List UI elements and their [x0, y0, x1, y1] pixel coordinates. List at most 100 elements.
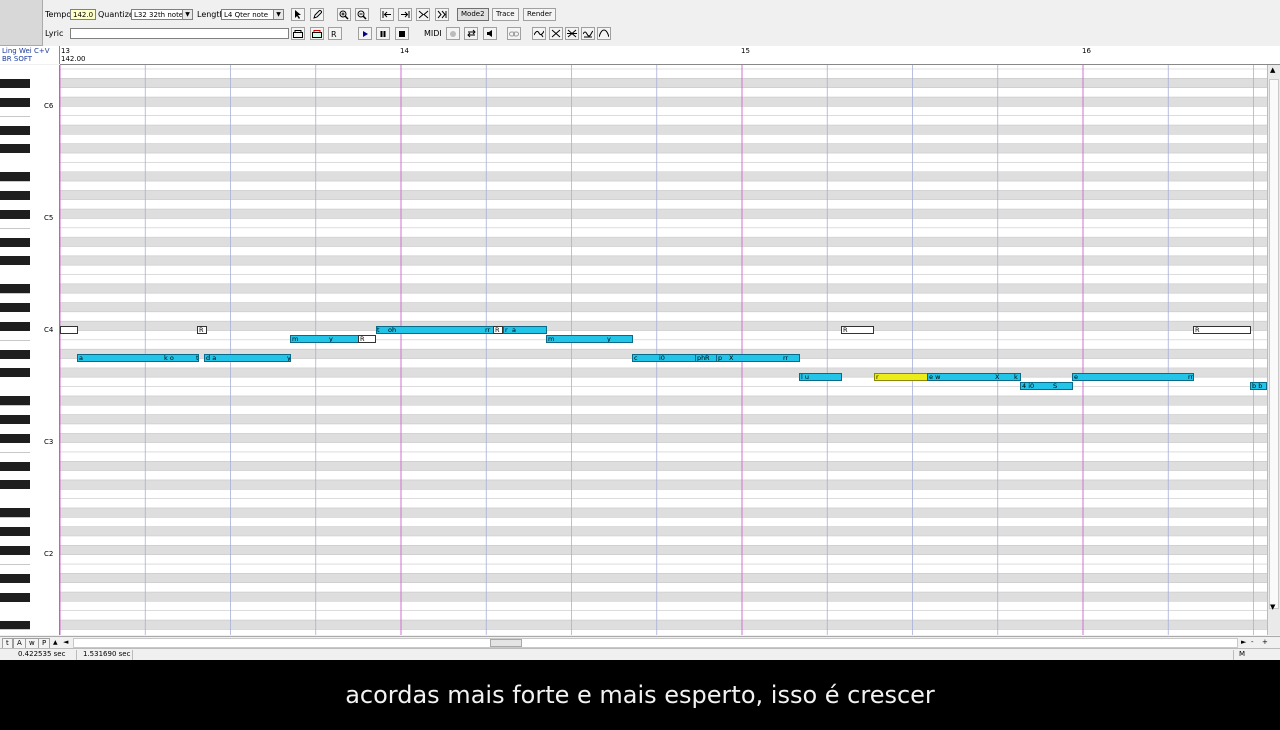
- black-key[interactable]: [0, 368, 30, 378]
- collapse-icon[interactable]: ▲: [53, 638, 58, 647]
- jump-start-icon[interactable]: [380, 8, 394, 21]
- scrollbar-thumb[interactable]: [1269, 79, 1279, 609]
- envelope-edit-icon[interactable]: [565, 27, 579, 40]
- quantize-select[interactable]: L32 32th note ▼: [131, 9, 193, 20]
- note[interactable]: r a: [503, 326, 547, 334]
- loop-icon[interactable]: [464, 27, 478, 40]
- note-rest[interactable]: R: [493, 326, 503, 334]
- note[interactable]: e rr: [1072, 373, 1194, 381]
- note[interactable]: e w X k: [927, 373, 1021, 381]
- white-key-divider: [0, 517, 30, 519]
- white-key-divider: [0, 564, 30, 566]
- arrow-cursor-icon[interactable]: [291, 8, 305, 21]
- lyric-input[interactable]: [70, 28, 289, 39]
- note[interactable]: m y: [290, 335, 359, 343]
- black-key[interactable]: [0, 461, 30, 471]
- black-key[interactable]: [0, 284, 30, 294]
- piano-keyboard[interactable]: C6 C5 C4 C3 C2: [0, 65, 60, 635]
- render-button[interactable]: Render: [523, 8, 556, 21]
- zoom-out-icon[interactable]: [355, 8, 369, 21]
- note[interactable]: b b: [1250, 382, 1267, 390]
- note-rest[interactable]: [60, 326, 78, 334]
- black-key[interactable]: [0, 527, 30, 537]
- pitch-edit-icon[interactable]: [532, 27, 546, 40]
- note[interactable]: p X rr: [716, 354, 800, 362]
- black-key[interactable]: [0, 433, 30, 443]
- jump-end-icon[interactable]: [398, 8, 412, 21]
- lyric-r-icon[interactable]: R: [328, 27, 342, 40]
- stop-icon[interactable]: [395, 27, 409, 40]
- vibrato-icon[interactable]: [549, 27, 563, 40]
- note[interactable]: c i0: [632, 354, 696, 362]
- black-key[interactable]: [0, 573, 30, 583]
- black-key[interactable]: [0, 172, 30, 182]
- tempo-label: Tempo: [45, 10, 72, 19]
- black-key[interactable]: [0, 545, 30, 555]
- note-rest[interactable]: R: [197, 326, 207, 334]
- quantize-value: L32 32th note: [134, 11, 184, 19]
- scroll-up-icon[interactable]: ▲: [1270, 66, 1275, 74]
- black-key[interactable]: [0, 620, 30, 630]
- join-notes-icon[interactable]: [435, 8, 449, 21]
- black-key[interactable]: [0, 396, 30, 406]
- zoom-minus-icon[interactable]: -: [1251, 638, 1254, 647]
- pause-icon[interactable]: [376, 27, 390, 40]
- tempo-input[interactable]: 142.0: [70, 9, 96, 20]
- piano-roll[interactable]: R a k o t d a y m y R t oh rr R r a m y …: [60, 65, 1267, 635]
- white-key-divider: [0, 227, 30, 229]
- note-rest[interactable]: R: [841, 326, 874, 334]
- note[interactable]: t oh rr: [376, 326, 494, 334]
- note[interactable]: m y: [546, 335, 633, 343]
- white-key-divider: [0, 181, 30, 183]
- measure-ruler[interactable]: 13 142.00 14 15 16: [60, 46, 1280, 65]
- black-key[interactable]: [0, 209, 30, 219]
- black-key[interactable]: [0, 349, 30, 359]
- play-icon[interactable]: [358, 27, 372, 40]
- rest-icon[interactable]: [310, 27, 324, 40]
- portamento-icon[interactable]: [597, 27, 611, 40]
- note[interactable]: l u: [799, 373, 842, 381]
- black-key[interactable]: [0, 480, 30, 490]
- metronome-icon[interactable]: [446, 27, 460, 40]
- modulation-icon[interactable]: [581, 27, 595, 40]
- note[interactable]: a k o t: [77, 354, 199, 362]
- notes-layer[interactable]: R a k o t d a y m y R t oh rr R r a m y …: [60, 65, 1267, 635]
- cut-notes-icon[interactable]: [416, 8, 430, 21]
- scroll-right-icon[interactable]: ►: [1241, 638, 1246, 647]
- link-icon[interactable]: [507, 27, 521, 40]
- horizontal-scrollbar-thumb[interactable]: [490, 639, 522, 647]
- scroll-left-icon[interactable]: ◄: [63, 638, 68, 647]
- black-key[interactable]: [0, 97, 30, 107]
- black-key[interactable]: [0, 256, 30, 266]
- chevron-down-icon[interactable]: ▼: [273, 10, 283, 19]
- note[interactable]: ph R: [695, 354, 717, 362]
- mute-icon[interactable]: [483, 27, 497, 40]
- black-key[interactable]: [0, 237, 30, 247]
- note[interactable]: 4 i0 S: [1020, 382, 1073, 390]
- black-key[interactable]: [0, 144, 30, 154]
- scroll-down-icon[interactable]: ▼: [1270, 603, 1275, 611]
- black-key[interactable]: [0, 592, 30, 602]
- vertical-scrollbar[interactable]: ▲ ▼: [1267, 65, 1280, 635]
- note-rest[interactable]: R: [358, 335, 376, 343]
- mode2-button[interactable]: Mode2: [457, 8, 489, 21]
- black-key[interactable]: [0, 303, 30, 312]
- black-key[interactable]: [0, 190, 30, 200]
- note-selected[interactable]: r: [874, 373, 928, 381]
- black-key[interactable]: [0, 321, 30, 331]
- measure-15: 15: [741, 47, 750, 55]
- black-key[interactable]: [0, 125, 30, 135]
- black-key[interactable]: [0, 508, 30, 518]
- zoom-in-icon[interactable]: [337, 8, 351, 21]
- trace-button[interactable]: Trace: [492, 8, 519, 21]
- length-select[interactable]: L4 Qter note ▼: [221, 9, 284, 20]
- horizontal-scrollbar[interactable]: [73, 638, 1238, 648]
- note[interactable]: d a y: [204, 354, 291, 362]
- pencil-icon[interactable]: [310, 8, 324, 21]
- note-rest[interactable]: R: [1193, 326, 1251, 334]
- zoom-plus-icon[interactable]: +: [1262, 638, 1268, 647]
- chevron-down-icon[interactable]: ▼: [182, 10, 192, 19]
- envelope-icon[interactable]: [291, 27, 305, 40]
- black-key[interactable]: [0, 415, 30, 425]
- black-key[interactable]: [0, 78, 30, 88]
